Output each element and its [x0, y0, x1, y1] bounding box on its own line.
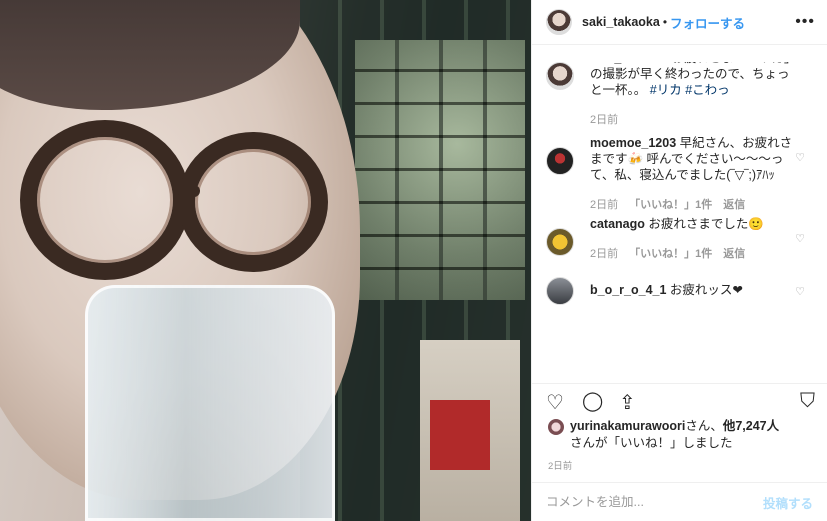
comment-username[interactable]: b_o_r_o_4_1	[590, 283, 666, 297]
author-username[interactable]: saki_takaoka	[582, 15, 660, 29]
follow-button[interactable]: フォローする	[670, 13, 745, 32]
likes-suffix: さん、	[685, 419, 723, 433]
comment-avatar[interactable]	[546, 147, 574, 175]
caption-avatar[interactable]	[546, 62, 574, 90]
bookmark-icon[interactable]: ⛉	[800, 390, 815, 413]
share-icon[interactable]: ⇪	[619, 390, 636, 415]
add-comment-bar: 投稿する	[532, 482, 827, 521]
comment-avatar[interactable]	[546, 277, 574, 305]
comment-item: moemoe_1203 早紀さん、お疲れさまです🍻 呼んでください〜〜〜って、私…	[546, 135, 813, 212]
hashtag[interactable]: #リカ	[650, 83, 682, 97]
background-window	[355, 40, 525, 300]
more-options-icon[interactable]: •••	[795, 13, 815, 31]
comment-time: 2日前	[590, 199, 619, 211]
drinking-glass	[85, 285, 335, 521]
comment-input[interactable]	[546, 495, 763, 509]
bottle-crate	[420, 340, 520, 521]
comment-item: b_o_r_o_4_1 お疲れッス❤ ♡	[546, 265, 813, 305]
glasses-bridge	[180, 185, 200, 197]
caption-time: 2日前	[590, 114, 619, 126]
post-comment-button[interactable]: 投稿する	[763, 493, 813, 512]
comment-like-heart-icon[interactable]: ♡	[795, 151, 805, 164]
comment-time: 2日前	[590, 248, 619, 260]
comment-item: catanago お疲れさまでした🙂 2日前 「いいね！」1件 返信 ♡	[546, 216, 813, 261]
reply-button[interactable]: 返信	[723, 245, 745, 261]
glasses-right-lens	[178, 132, 328, 272]
glasses-left-lens	[20, 120, 190, 280]
likes-count[interactable]: 他7,247人	[723, 419, 779, 433]
comment-avatar[interactable]	[546, 228, 574, 256]
liker-avatar[interactable]	[548, 419, 564, 435]
liker-username[interactable]: yurinakamurawoori	[570, 419, 685, 433]
caption: saki_takaoka お疲れさまー「リカ」の撮影が早く終わったので、ちょっと…	[546, 62, 813, 127]
comment-text: お疲れさまでした🙂	[648, 217, 764, 231]
comments-list[interactable]: saki_takaoka お疲れさまー「リカ」の撮影が早く終わったので、ちょっと…	[532, 62, 827, 380]
heart-icon[interactable]: ♡	[546, 390, 564, 415]
post-side-panel: saki_takaoka • フォローする ••• saki_takaoka お…	[531, 0, 827, 521]
likes-text: さんが「いいね！」しました	[570, 436, 733, 450]
reply-button[interactable]: 返信	[723, 196, 745, 212]
crate-logo	[430, 400, 490, 470]
comment-like-heart-icon[interactable]: ♡	[795, 285, 805, 298]
comment-like-heart-icon[interactable]: ♡	[795, 232, 805, 245]
post-actions: ♡ ◯ ⇪ ⛉	[532, 383, 827, 417]
comment-likes[interactable]: 「いいね！」1件	[629, 196, 712, 212]
header-separator: •	[662, 15, 668, 29]
likes-summary: yurinakamurawooriさん、他7,247人 さんが「いいね！」しまし…	[548, 418, 815, 452]
comment-username[interactable]: moemoe_1203	[590, 136, 676, 150]
comment-text: お疲れッス❤	[669, 283, 743, 297]
author-avatar[interactable]	[546, 9, 572, 35]
post-photo[interactable]	[0, 0, 531, 521]
caption-username[interactable]: saki_takaoka	[590, 62, 668, 65]
comment-icon[interactable]: ◯	[582, 390, 603, 413]
hashtag[interactable]: #こわっ	[685, 83, 729, 97]
post-header: saki_takaoka • フォローする •••	[532, 0, 827, 45]
comment-username[interactable]: catanago	[590, 217, 645, 231]
comment-likes[interactable]: 「いいね！」1件	[629, 245, 712, 261]
post-timestamp[interactable]: 2日前	[548, 458, 572, 472]
